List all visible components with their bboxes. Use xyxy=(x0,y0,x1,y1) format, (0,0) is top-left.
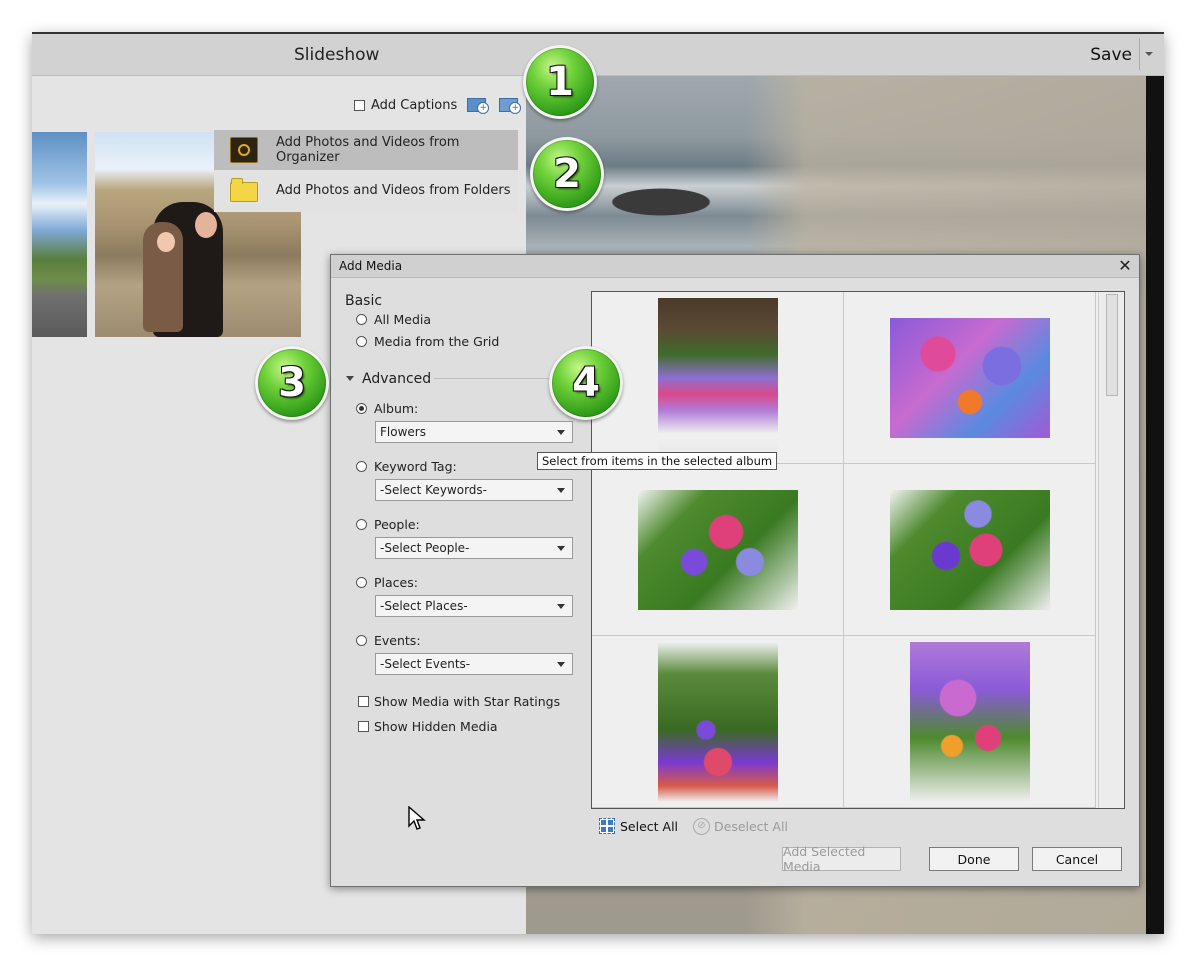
places-label: Places: xyxy=(374,575,418,590)
select-all-button[interactable]: Select All xyxy=(599,818,678,834)
select-all-icon xyxy=(599,818,615,834)
add-captions-row: Add Captions + + xyxy=(354,96,522,114)
media-grid-cell[interactable] xyxy=(592,636,844,808)
add-captions-checkbox[interactable] xyxy=(354,99,365,111)
flower-photo xyxy=(637,489,798,610)
media-grid-cell[interactable] xyxy=(592,292,844,464)
organizer-icon xyxy=(230,137,258,163)
title-bar: Slideshow Save xyxy=(32,34,1164,76)
scrollbar-thumb[interactable] xyxy=(1106,294,1118,396)
people-select[interactable]: -Select People- xyxy=(375,537,573,559)
deselect-all-label: Deselect All xyxy=(714,819,788,834)
basic-heading: Basic xyxy=(345,293,383,309)
callout-badge-3: 3 xyxy=(255,346,329,420)
add-captions-label: Add Captions xyxy=(371,97,458,113)
folder-icon xyxy=(230,178,258,202)
places-select[interactable]: -Select Places- xyxy=(375,595,573,617)
album-tooltip: Select from items in the selected album xyxy=(537,452,778,470)
slide-thumbnail[interactable] xyxy=(32,132,87,337)
keyword-tag-label: Keyword Tag: xyxy=(374,459,457,474)
media-grid-cell[interactable] xyxy=(844,636,1096,808)
events-label: Events: xyxy=(374,633,421,648)
hidden-media-checkbox[interactable] xyxy=(358,721,369,732)
media-grid-cell[interactable] xyxy=(844,464,1096,636)
people-label: People: xyxy=(374,517,420,532)
deselect-all-button[interactable]: ⊘ Deselect All xyxy=(693,818,788,835)
all-media-radio[interactable] xyxy=(356,314,367,325)
keyword-tag-radio[interactable] xyxy=(356,461,367,472)
events-select[interactable]: -Select Events- xyxy=(375,653,573,675)
flower-photo xyxy=(889,489,1050,610)
album-label: Album: xyxy=(374,401,419,416)
hidden-media-label: Show Hidden Media xyxy=(374,719,498,734)
flower-photo xyxy=(889,317,1050,438)
add-text-caption-icon[interactable]: + xyxy=(467,96,490,114)
menu-item-label: Add Photos and Videos from Organizer xyxy=(276,135,460,165)
places-radio[interactable] xyxy=(356,577,367,588)
album-radio[interactable] xyxy=(356,403,367,414)
grid-scrollbar[interactable] xyxy=(1098,292,1123,808)
preview-edge xyxy=(1146,76,1164,934)
add-image-caption-icon[interactable]: + xyxy=(499,96,522,114)
keyword-select[interactable]: -Select Keywords- xyxy=(375,479,573,501)
select-all-label: Select All xyxy=(620,818,679,834)
dialog-title-bar: Add Media ✕ xyxy=(331,255,1139,278)
flower-photo xyxy=(909,641,1030,802)
advanced-collapse-icon[interactable] xyxy=(346,376,354,381)
menu-item-add-from-organizer[interactable]: Add Photos and Videos from Organizer xyxy=(214,130,518,170)
menu-item-add-from-folders[interactable]: Add Photos and Videos from Folders xyxy=(214,170,518,210)
dialog-title: Add Media xyxy=(339,259,403,273)
media-from-grid-radio[interactable] xyxy=(356,336,367,347)
callout-badge-2: 2 xyxy=(530,137,604,211)
save-dropdown-arrow-icon[interactable] xyxy=(1139,38,1158,70)
cancel-button[interactable]: Cancel xyxy=(1032,847,1122,871)
done-button[interactable]: Done xyxy=(929,847,1019,871)
add-selected-media-button[interactable]: Add Selected Media xyxy=(782,844,901,874)
media-grid xyxy=(591,291,1125,809)
album-select[interactable]: Flowers xyxy=(375,421,573,443)
people-radio[interactable] xyxy=(356,519,367,530)
events-radio[interactable] xyxy=(356,635,367,646)
callout-badge-1: 1 xyxy=(523,45,597,119)
flower-photo xyxy=(657,641,778,802)
media-from-grid-label: Media from the Grid xyxy=(374,334,500,349)
app-title: Slideshow xyxy=(294,45,380,65)
media-grid-cell[interactable] xyxy=(844,292,1096,464)
media-grid-cell[interactable] xyxy=(592,464,844,636)
close-icon[interactable]: ✕ xyxy=(1117,257,1133,275)
flower-photo xyxy=(657,297,778,458)
callout-badge-4: 4 xyxy=(549,346,623,420)
star-ratings-label: Show Media with Star Ratings xyxy=(374,694,561,709)
mouse-cursor-icon xyxy=(408,806,426,830)
menu-item-label: Add Photos and Videos from Folders xyxy=(276,182,511,198)
advanced-heading[interactable]: Advanced xyxy=(362,371,431,387)
add-media-menu: Add Photos and Videos from Organizer Add… xyxy=(214,130,518,212)
all-media-label: All Media xyxy=(374,312,432,327)
deselect-all-icon: ⊘ xyxy=(693,818,710,835)
add-media-dialog: Add Media ✕ Basic All Media Media from t… xyxy=(330,254,1140,887)
star-ratings-checkbox[interactable] xyxy=(358,696,369,707)
save-button[interactable]: Save xyxy=(1076,40,1140,70)
